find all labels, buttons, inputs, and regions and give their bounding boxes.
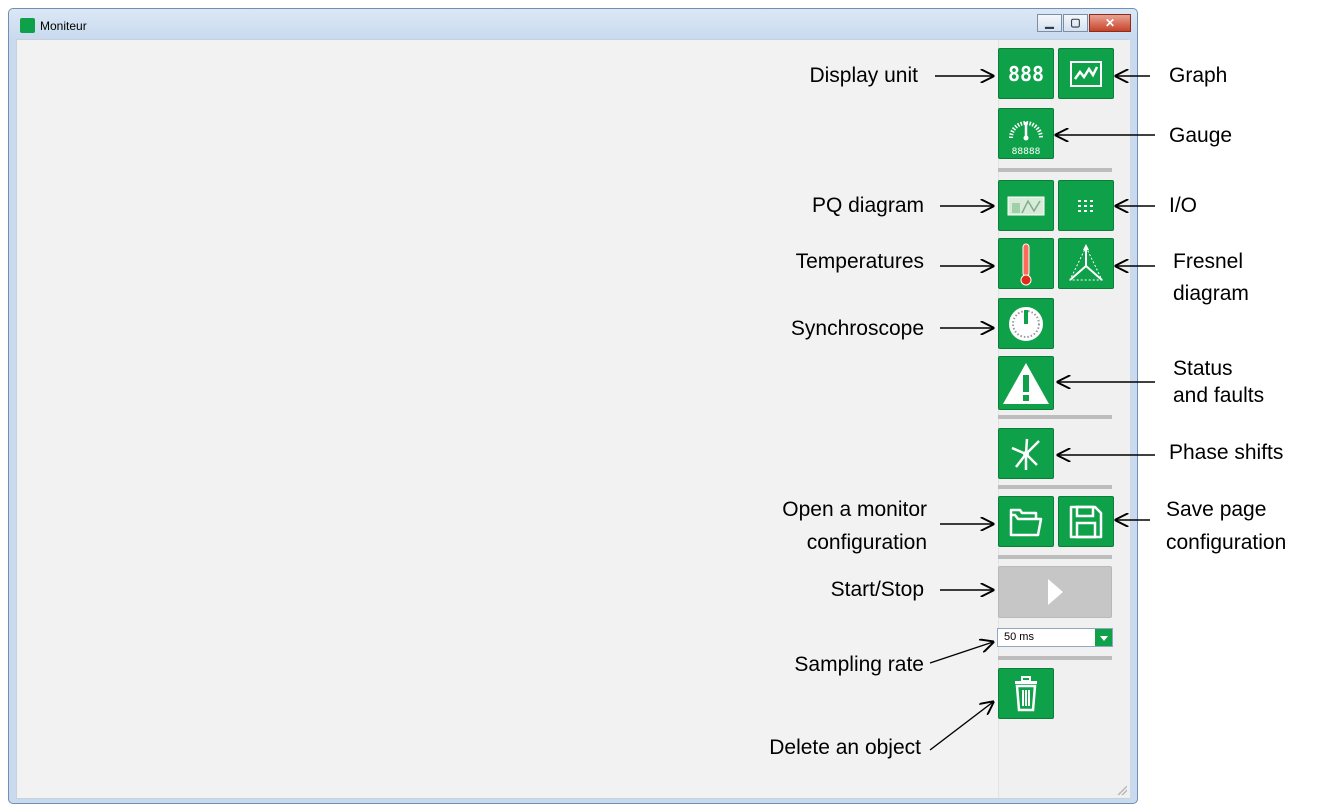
close-icon: ✕ xyxy=(1104,16,1116,30)
toolbar-separator xyxy=(998,485,1112,489)
display-unit-icon: 888 xyxy=(1007,61,1045,86)
gauge-button[interactable]: 88888 xyxy=(998,108,1054,159)
close-button[interactable]: ✕ xyxy=(1089,14,1131,32)
gauge-readout: 88888 xyxy=(1012,147,1041,156)
label-fresnel-line1: Fresnel xyxy=(1173,250,1244,273)
label-display-unit: Display unit xyxy=(809,64,918,87)
delete-object-button[interactable] xyxy=(998,668,1054,719)
label-synchroscope: Synchroscope xyxy=(790,317,924,340)
save-configuration-button[interactable] xyxy=(1058,496,1114,547)
minimize-button[interactable]: ▁ xyxy=(1037,14,1062,32)
label-delete-object: Delete an object xyxy=(769,736,921,759)
label-save-line2: configuration xyxy=(1166,531,1287,554)
phase-shifts-icon xyxy=(1011,438,1040,470)
trash-icon xyxy=(1015,675,1037,711)
label-open-line2: configuration xyxy=(806,531,927,554)
gauge-icon: 88888 xyxy=(1009,120,1043,156)
minimize-icon: ▁ xyxy=(1045,17,1054,29)
display-unit-button[interactable]: 888 xyxy=(998,48,1054,99)
resize-grip-icon[interactable] xyxy=(1117,785,1127,795)
label-save-line1: Save page xyxy=(1166,498,1267,521)
window-controls: ▁ ▢ ✕ xyxy=(1036,14,1131,32)
label-sampling-rate: Sampling rate xyxy=(794,653,924,676)
graph-icon xyxy=(1070,60,1102,87)
thermometer-icon xyxy=(1020,243,1032,285)
synchroscope-icon xyxy=(1009,306,1043,341)
toolbar-separator xyxy=(998,555,1112,559)
play-icon xyxy=(1048,579,1063,605)
graph-button[interactable] xyxy=(1058,48,1114,99)
toolbar-separator xyxy=(998,415,1112,419)
label-open-line1: Open a monitor xyxy=(782,498,927,521)
label-io: I/O xyxy=(1169,194,1198,217)
temperatures-button[interactable] xyxy=(998,238,1054,289)
status-and-faults-button[interactable] xyxy=(998,356,1054,410)
label-phase-shifts: Phase shifts xyxy=(1169,441,1284,464)
warning-icon xyxy=(1003,363,1049,404)
monitor-window: Moniteur ▁ ▢ ✕ xyxy=(8,8,1138,804)
pq-diagram-button[interactable] xyxy=(998,180,1054,231)
synchroscope-button[interactable] xyxy=(998,298,1054,349)
folder-open-icon xyxy=(1009,508,1043,536)
label-pq-diagram: PQ diagram xyxy=(811,194,924,217)
fresnel-diagram-icon xyxy=(1069,243,1103,281)
toolbar-separator xyxy=(998,168,1112,172)
fresnel-diagram-button[interactable] xyxy=(1058,238,1114,289)
phase-shifts-button[interactable] xyxy=(998,428,1054,479)
monitor-canvas[interactable] xyxy=(16,39,1130,799)
sampling-rate-select[interactable]: 50 ms xyxy=(997,628,1113,647)
app-icon xyxy=(20,18,35,33)
label-gauge: Gauge xyxy=(1169,124,1233,147)
io-button[interactable] xyxy=(1058,180,1114,231)
open-configuration-button[interactable] xyxy=(998,496,1054,547)
save-floppy-icon xyxy=(1069,505,1103,538)
sampling-rate-value: 50 ms xyxy=(1004,631,1034,643)
label-graph: Graph xyxy=(1169,64,1228,87)
maximize-icon: ▢ xyxy=(1070,17,1081,29)
window-title: Moniteur xyxy=(40,19,87,33)
label-fresnel-line2: diagram xyxy=(1173,282,1249,305)
title-bar[interactable]: Moniteur ▁ ▢ ✕ xyxy=(9,9,1137,39)
label-temperatures: Temperatures xyxy=(795,250,924,273)
label-status-line1: Status xyxy=(1173,357,1233,380)
label-start-stop: Start/Stop xyxy=(830,578,924,601)
toolbar-separator xyxy=(998,656,1112,660)
chevron-down-icon[interactable] xyxy=(1095,629,1112,646)
pq-diagram-icon xyxy=(1007,196,1045,215)
io-icon xyxy=(1078,199,1093,212)
maximize-button[interactable]: ▢ xyxy=(1063,14,1088,32)
start-stop-button[interactable] xyxy=(998,566,1112,618)
label-status-line2: and faults xyxy=(1173,384,1265,407)
